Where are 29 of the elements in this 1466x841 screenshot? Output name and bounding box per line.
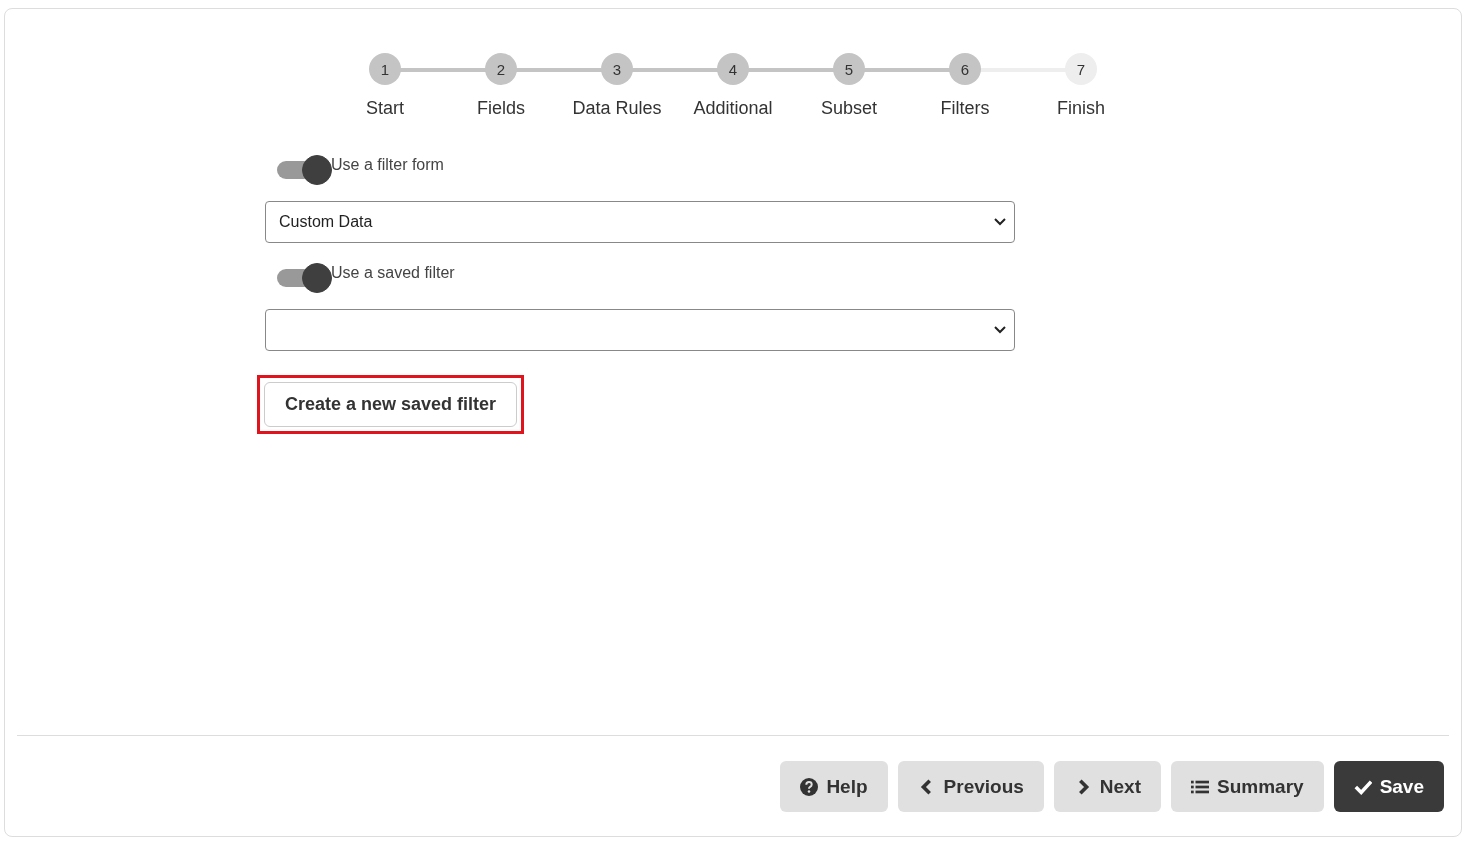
step-label: Additional	[693, 98, 773, 119]
step-number[interactable]: 1	[369, 53, 401, 85]
step-label: Subset	[820, 98, 877, 119]
next-button[interactable]: Next	[1053, 761, 1161, 812]
step-label: Data Rules	[572, 98, 662, 119]
step-label: Start	[366, 98, 404, 119]
step-number[interactable]: 6	[949, 53, 981, 85]
dropdown-select[interactable]	[265, 309, 1015, 351]
toggle-label: Use a filter form	[331, 156, 444, 174]
previous-button[interactable]: Previous	[897, 761, 1044, 812]
create-filter-button[interactable]: Create a new saved filter	[264, 382, 518, 427]
chevron-down-icon	[994, 326, 1006, 334]
step-number[interactable]: 4	[717, 53, 749, 85]
step-number[interactable]: 7	[1065, 53, 1097, 85]
summary-button[interactable]: Summary	[1171, 761, 1324, 812]
step-label: Filters	[940, 98, 990, 119]
help-button[interactable]: Help	[780, 761, 888, 812]
dropdown-select[interactable]: Custom Data	[265, 201, 1015, 243]
step-number[interactable]: 5	[833, 53, 865, 85]
chevron-down-icon	[994, 218, 1006, 226]
toggle-switch[interactable]	[277, 153, 333, 187]
step-label: Finish	[1057, 98, 1105, 119]
help-icon	[800, 777, 819, 796]
step-number[interactable]: 3	[601, 53, 633, 85]
toggle-label: Use a saved filter	[331, 264, 455, 282]
step-label: Fields	[477, 98, 525, 119]
save-button[interactable]: Save	[1333, 761, 1444, 812]
toggle-switch[interactable]	[277, 261, 333, 295]
step-number[interactable]: 2	[485, 53, 517, 85]
